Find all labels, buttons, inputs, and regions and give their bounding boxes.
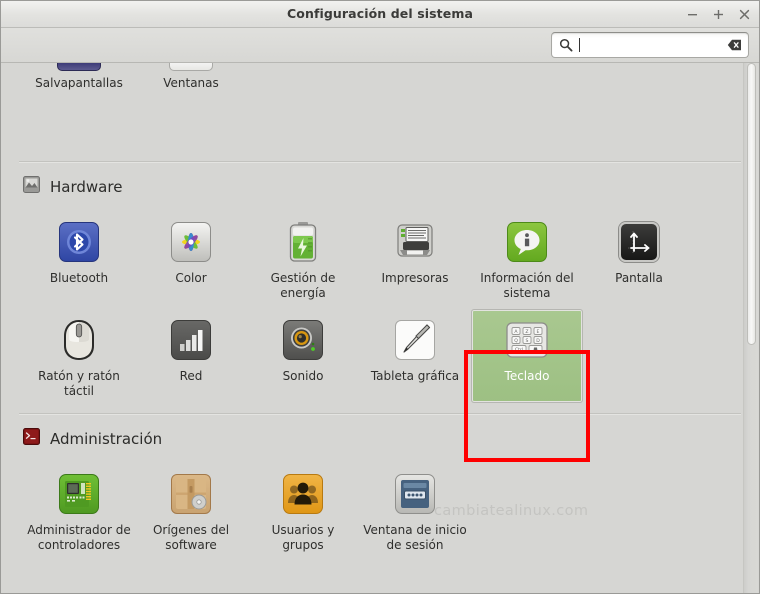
settings-item-software-sources[interactable]: Orígenes del software xyxy=(135,463,247,557)
settings-item-label: Pantalla xyxy=(615,271,663,285)
settings-item-label: Teclado xyxy=(504,369,550,383)
settings-item-label: Ventana de inicio de sesión xyxy=(363,523,467,552)
sound-icon xyxy=(279,316,327,364)
svg-text:Ctrl: Ctrl xyxy=(515,347,523,353)
settings-item-bluetooth[interactable]: Bluetooth xyxy=(23,211,135,305)
settings-item-mouse[interactable]: Ratón y ratón táctil xyxy=(23,309,135,403)
power-icon xyxy=(279,218,327,266)
list-item[interactable]: Salvapantallas xyxy=(23,63,135,90)
svg-text:E: E xyxy=(537,329,540,335)
settings-item-label: Usuarios y grupos xyxy=(271,523,335,552)
section-header-hardware: Hardware xyxy=(1,163,759,203)
settings-item-label: Red xyxy=(179,369,203,383)
settings-item-label: Administrador de controladores xyxy=(27,523,131,552)
search-icon xyxy=(559,38,573,52)
software-sources-icon xyxy=(167,470,215,518)
window-title: Configuración del sistema xyxy=(286,6,473,21)
settings-item-label: Bluetooth xyxy=(49,271,109,285)
titlebar: Configuración del sistema xyxy=(1,1,759,28)
users-groups-icon xyxy=(279,470,327,518)
scroll-area: cambiatealinux.com Salvapantallas Ventan… xyxy=(1,63,759,593)
administration-grid: Administrador de controladores Orígenes … xyxy=(1,455,723,561)
settings-item-label: Ratón y ratón táctil xyxy=(38,369,120,398)
svg-text:S: S xyxy=(526,338,529,344)
section-title: Hardware xyxy=(50,177,123,196)
settings-item-tablet[interactable]: Tableta gráfica xyxy=(359,309,471,403)
network-icon xyxy=(167,316,215,364)
section-title: Administración xyxy=(50,429,163,448)
maximize-icon[interactable] xyxy=(712,6,725,22)
display-icon xyxy=(615,218,663,266)
settings-item-network[interactable]: Red xyxy=(135,309,247,403)
settings-content: cambiatealinux.com Salvapantallas Ventan… xyxy=(1,63,759,593)
toolbar xyxy=(1,28,759,63)
system-settings-window: Configuración del sistema cambiatealinux… xyxy=(0,0,760,594)
hardware-grid: Bluetooth Color Gestión de energía Impre… xyxy=(1,203,723,407)
driver-manager-icon xyxy=(55,470,103,518)
svg-text:Q: Q xyxy=(514,338,518,344)
administration-icon xyxy=(23,428,40,449)
settings-item-keyboard[interactable]: A Z E Q S D Ctrl Teclado xyxy=(471,309,583,403)
settings-item-printers[interactable]: Impresoras xyxy=(359,211,471,305)
list-item-label: Ventanas xyxy=(163,76,219,90)
close-icon[interactable] xyxy=(738,6,751,22)
text-caret xyxy=(579,38,580,52)
system-info-icon xyxy=(503,218,551,266)
printer-icon xyxy=(391,218,439,266)
svg-text:Z: Z xyxy=(525,329,528,335)
windows-icon xyxy=(169,63,213,71)
search-box[interactable] xyxy=(551,32,749,58)
settings-item-power[interactable]: Gestión de energía xyxy=(247,211,359,305)
settings-item-users-groups[interactable]: Usuarios y grupos xyxy=(247,463,359,557)
settings-item-label: Tableta gráfica xyxy=(370,369,460,383)
partial-row: Salvapantallas Ventanas xyxy=(1,63,759,111)
scrollbar-thumb[interactable] xyxy=(747,63,756,345)
list-item[interactable]: Ventanas xyxy=(135,63,247,90)
settings-item-label: Orígenes del software xyxy=(152,523,230,552)
settings-item-label: Información del sistema xyxy=(480,271,574,300)
settings-item-display[interactable]: Pantalla xyxy=(583,211,695,305)
bluetooth-icon xyxy=(55,218,103,266)
clear-icon[interactable] xyxy=(727,39,742,51)
keyboard-icon: A Z E Q S D Ctrl xyxy=(503,316,551,364)
settings-item-label: Impresoras xyxy=(381,271,449,285)
vertical-scrollbar[interactable] xyxy=(743,63,758,593)
settings-item-label: Color xyxy=(175,271,207,285)
settings-item-driver-manager[interactable]: Administrador de controladores xyxy=(23,463,135,557)
mouse-icon xyxy=(55,316,103,364)
settings-item-color[interactable]: Color xyxy=(135,211,247,305)
watermark: cambiatealinux.com xyxy=(434,503,589,519)
screensaver-icon xyxy=(57,63,101,71)
settings-item-system-info[interactable]: Información del sistema xyxy=(471,211,583,305)
window-controls xyxy=(686,1,751,27)
settings-item-sound[interactable]: Sonido xyxy=(247,309,359,403)
settings-item-label: Gestión de energía xyxy=(270,271,336,300)
settings-item-label: Sonido xyxy=(282,369,324,383)
login-window-icon xyxy=(391,470,439,518)
tablet-icon xyxy=(391,316,439,364)
minimize-icon[interactable] xyxy=(686,6,699,22)
section-header-administration: Administración xyxy=(1,415,759,455)
svg-text:D: D xyxy=(536,338,540,344)
hardware-icon xyxy=(23,176,40,197)
color-icon xyxy=(167,218,215,266)
list-item-label: Salvapantallas xyxy=(35,76,123,90)
search-input[interactable] xyxy=(578,37,723,53)
